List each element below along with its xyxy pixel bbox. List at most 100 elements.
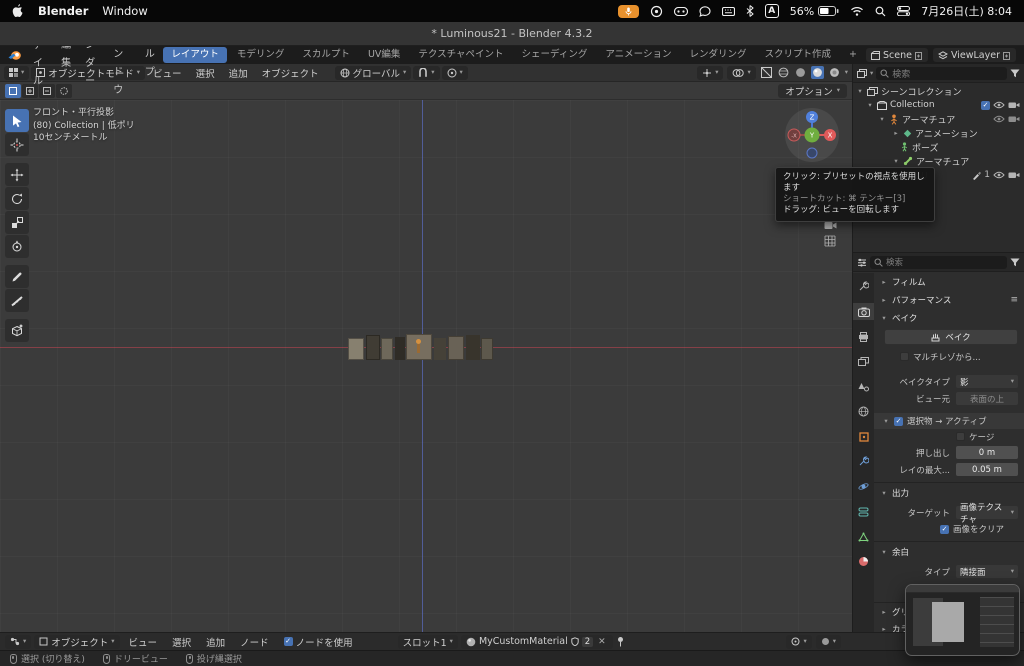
workspace-tab-modeling[interactable]: モデリング [229,47,293,63]
select-mode-set-icon[interactable] [5,84,21,98]
fake-user-shield-icon[interactable] [571,637,579,646]
unlink-material-icon[interactable]: ✕ [596,637,608,647]
gizmos-dropdown[interactable]: ▾ [697,66,723,80]
app-menu-window[interactable]: Window [102,4,147,18]
bake-button[interactable]: ベイク [884,329,1018,345]
blender-logo-icon[interactable] [4,50,26,61]
outliner-row-animation[interactable]: ▸ アニメーション [853,126,1024,140]
tab-render-icon[interactable] [853,303,874,320]
node-menu-node[interactable]: ノード [234,635,275,649]
workspace-tab-layout[interactable]: レイアウト [163,47,227,63]
outliner-search-input[interactable]: 検索 [876,67,1007,80]
cage-row[interactable]: ケージ [874,429,1024,444]
node-menu-view[interactable]: ビュー [123,635,164,649]
outliner-row-armature-data[interactable]: ▾ アーマチュア [853,154,1024,168]
status-circle-icon[interactable] [650,5,663,18]
node-editor-type-button[interactable]: ▾ [5,635,31,649]
tab-tool-icon[interactable] [853,278,874,295]
tool-select-box[interactable] [5,109,29,132]
wifi-icon[interactable] [850,6,864,16]
snap-toggle[interactable]: ▾ [413,66,439,80]
proportional-edit-toggle[interactable]: ▾ [442,66,468,80]
viewport-menu-select[interactable]: 選択 [190,66,221,80]
tool-annotate[interactable] [5,265,29,288]
bluetooth-icon[interactable] [746,5,754,17]
workspace-tab-texturepaint[interactable]: テクスチャペイント [410,47,511,63]
battery-indicator[interactable]: 56% [790,5,839,18]
node-menu-add[interactable]: 追加 [200,635,231,649]
keyboard-icon[interactable] [722,7,735,16]
viewlayer-selector[interactable]: ViewLayer [933,48,1016,62]
shader-type-dropdown[interactable]: オブジェクト▾ [34,635,119,649]
input-source-indicator[interactable]: A [765,4,779,18]
hide-eye-icon[interactable] [993,171,1005,179]
spotlight-search-icon[interactable] [875,6,886,17]
shading-dropdown[interactable]: ▾ [845,69,848,76]
collection-checkbox[interactable] [981,101,990,110]
properties-search-input[interactable]: 検索 [870,256,1007,269]
game-controller-icon[interactable] [674,7,688,16]
disable-render-camera-icon[interactable] [1008,171,1020,179]
pin-icon[interactable] [616,636,625,647]
from-multires-checkbox[interactable] [900,352,909,361]
panel-performance[interactable]: ▸パフォーマンス≡ [874,291,1024,309]
tool-cursor[interactable] [5,133,29,156]
viewport-menu-add[interactable]: 追加 [223,66,254,80]
screen-share-pip[interactable] [905,584,1020,656]
use-nodes-checkbox[interactable] [284,637,293,646]
tab-object-icon[interactable] [853,428,874,445]
material-user-count[interactable]: 2 [582,637,593,647]
selected-to-active-subpanel[interactable]: ▾ 選択物 → アクティブ [874,413,1024,429]
navigation-gizmo[interactable]: Z X -X Y [784,107,840,163]
workspace-tab-sculpt[interactable]: スカルプト [294,47,358,63]
from-multires-row[interactable]: マルチレゾから... [874,348,1024,365]
overlay-node-dropdown[interactable]: ▾ [816,635,841,649]
panel-film[interactable]: ▸フィルム [874,273,1024,291]
outliner-row-collection[interactable]: ▾ Collection [853,98,1024,112]
apple-menu-icon[interactable] [12,4,24,18]
transform-orientation[interactable]: グローバル▾ [335,66,412,80]
panel-bake[interactable]: ▾ベイク [874,309,1024,327]
chat-icon[interactable] [699,6,711,17]
panel-margin[interactable]: ▾余白 [874,541,1024,561]
hide-eye-icon[interactable] [993,115,1005,123]
outliner-row-scene-collection[interactable]: ▾ シーンコレクション [853,84,1024,98]
tool-rotate[interactable] [5,187,29,210]
outliner-filter-icon[interactable] [1010,69,1020,78]
tab-physics-icon[interactable] [853,478,874,495]
tab-output-icon[interactable] [853,328,874,345]
shading-solid-icon[interactable] [794,66,807,79]
workspace-add-tab[interactable]: + [841,47,865,63]
viewport-canvas[interactable]: フロント・平行投影 (80) Collection | 低ポリ 10センチメート… [0,100,852,632]
material-selector[interactable]: MyCustomMaterial 2 ✕ [461,635,613,649]
shading-wireframe-icon[interactable] [777,66,790,79]
menubar-clock[interactable]: 7月26日(土) 8:04 [921,3,1012,19]
options-button[interactable]: オプション▾ [778,84,847,98]
tool-scale[interactable] [5,211,29,234]
tab-modifiers-icon[interactable] [853,453,874,470]
max-ray-field[interactable]: 0.05 m [956,463,1018,476]
hide-eye-icon[interactable] [993,101,1005,109]
workspace-tab-uv[interactable]: UV編集 [360,47,408,63]
properties-editor-type-icon[interactable] [857,258,867,267]
perspective-toggle-icon[interactable] [822,233,838,249]
slot-dropdown[interactable]: スロット1▾ [398,635,458,649]
tab-world-icon[interactable] [853,403,874,420]
disable-render-camera-icon[interactable] [1008,115,1020,123]
preset-menu-icon[interactable]: ≡ [1010,295,1018,305]
outliner-filter-mode-icon[interactable] [857,69,867,78]
workspace-tab-scripting[interactable]: スクリプト作成 [757,47,840,63]
properties-filter-icon[interactable] [1010,258,1020,267]
tab-scene-icon[interactable] [853,378,874,395]
overlays-dropdown[interactable]: ▾ [727,66,755,80]
workspace-tab-rendering[interactable]: レンダリング [681,47,754,63]
tab-material-icon[interactable] [853,553,874,570]
workspace-tab-shading[interactable]: シェーディング [514,47,596,63]
tab-viewlayer-icon[interactable] [853,353,874,370]
tool-move[interactable] [5,163,29,186]
select-mode-intersect-icon[interactable] [56,84,72,98]
mic-indicator-icon[interactable] [618,5,639,18]
workspace-tab-animation[interactable]: アニメーション [597,47,679,63]
bake-type-dropdown[interactable]: 影▾ [956,375,1018,388]
clear-image-checkbox[interactable] [940,525,949,534]
